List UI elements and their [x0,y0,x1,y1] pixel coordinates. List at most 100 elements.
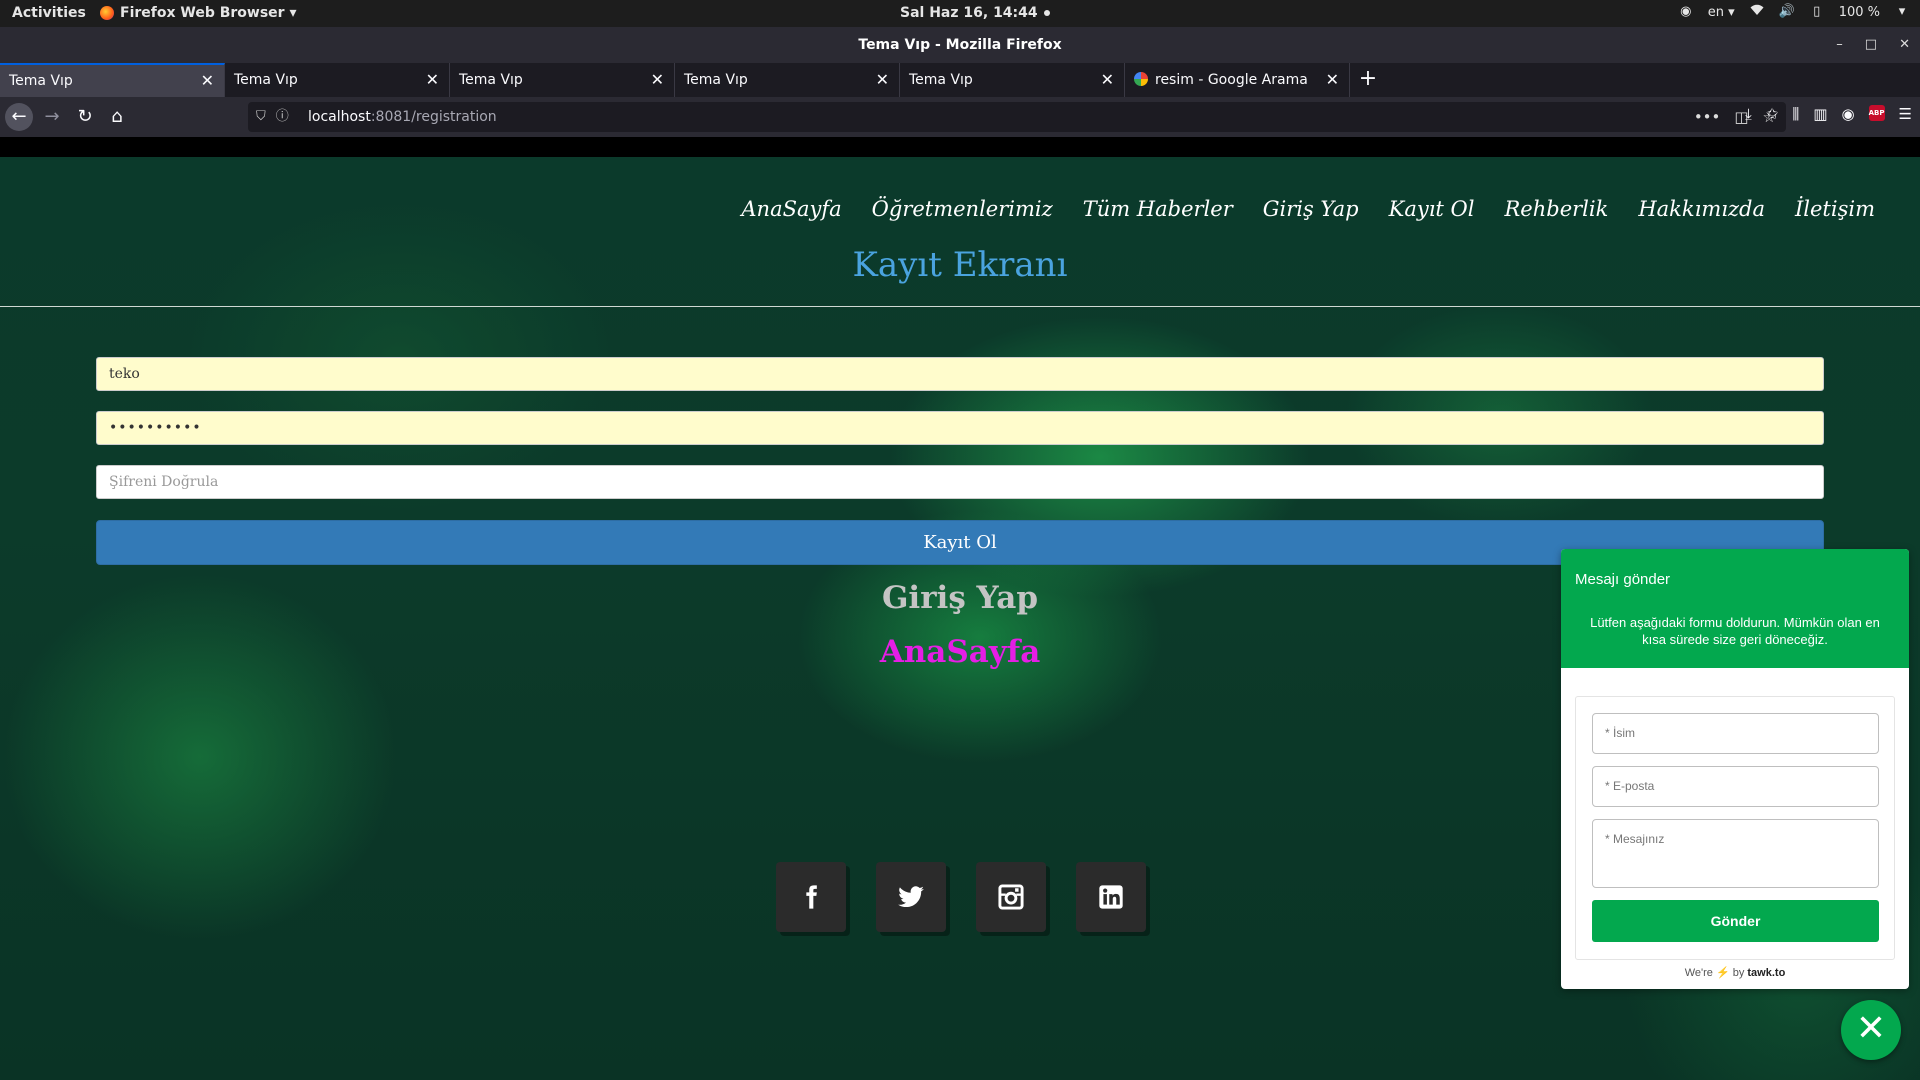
minimize-icon[interactable]: – [1836,27,1843,63]
nav-hakkimizda[interactable]: Hakkımızda [1638,197,1765,221]
chevron-down-icon[interactable]: ▾ [1894,4,1910,20]
nav-iletisim[interactable]: İletişim [1795,197,1875,221]
tab-strip: Tema Vıp ✕ Tema Vıp ✕ Tema Vıp ✕ Tema Vı… [0,63,1920,97]
reload-button[interactable]: ↻ [71,103,99,131]
volume-icon[interactable]: 🔊 [1779,4,1795,20]
system-top-bar: Activities Firefox Web Browser ▾ Sal Haz… [0,0,1920,27]
lightning-icon: ⚡ [1715,967,1730,979]
sidebar-icon[interactable]: ▥ [1813,105,1827,123]
download-icon[interactable]: ⤓ [1745,105,1752,123]
menu-icon[interactable]: ☰ [1899,105,1912,123]
app-menu[interactable]: Firefox Web Browser ▾ [100,5,296,21]
tab-label: Tema Vıp [234,72,298,88]
twitter-button[interactable] [876,862,946,932]
chat-close-button[interactable]: ✕ [1841,1000,1901,1060]
url-path: :8081/registration [370,109,497,125]
facebook-icon [806,885,817,909]
forward-button[interactable]: → [38,103,66,131]
nav-kayit-ol[interactable]: Kayıt Ol [1389,197,1475,221]
activities-button[interactable]: Activities [12,5,86,21]
tab-1[interactable]: Tema Vıp ✕ [0,63,225,97]
chat-message-input[interactable]: * Mesajınız [1592,819,1879,888]
firefox-icon [100,6,114,20]
library-icon[interactable]: ⫼ [1792,105,1799,123]
linkedin-button[interactable] [1076,862,1146,932]
tab-label: Tema Vıp [459,72,523,88]
chat-name-input[interactable]: * İsim [1592,713,1879,754]
bookmarks-icon[interactable]: ✩ [1766,105,1779,123]
chat-send-button[interactable]: Gönder [1592,900,1879,942]
tab-close-icon[interactable]: ✕ [201,65,214,97]
notification-dot-icon [1043,10,1050,16]
google-icon [1134,72,1148,86]
instagram-icon [998,884,1024,910]
chat-form: * İsim * E-posta * Mesajınız Gönder [1575,696,1895,960]
username-input[interactable]: teko [96,357,1824,391]
tab-close-icon[interactable]: ✕ [876,63,889,97]
page-actions-icon[interactable]: ••• [1694,102,1721,132]
clock[interactable]: Sal Haz 16, 14:44 [900,5,1050,21]
tab-6[interactable]: resim - Google Arama ✕ [1125,63,1350,97]
wifi-icon[interactable] [1749,4,1765,20]
new-tab-button[interactable]: + [1350,63,1386,97]
window-titlebar: Tema Vıp - Mozilla Firefox – □ ✕ [0,27,1920,63]
tab-3[interactable]: Tema Vıp ✕ [450,63,675,97]
accessibility-icon[interactable]: ◉ [1678,4,1694,20]
nav-anasayfa[interactable]: AnaSayfa [741,197,841,221]
twitter-icon [898,886,924,908]
window-controls: – □ ✕ [1836,27,1910,63]
battery-percent: 100 % [1838,4,1880,20]
battery-icon[interactable]: ▯ [1809,4,1825,20]
tab-4[interactable]: Tema Vıp ✕ [675,63,900,97]
tawk-brand: tawk.to [1747,967,1786,979]
password-input[interactable]: •••••••••• [96,411,1824,445]
linkedin-icon [1099,885,1123,909]
close-icon: ✕ [1855,1008,1887,1049]
url-bar[interactable]: ⛉ ⓘ localhost:8081/registration ••• ◫ ☆ [248,102,1786,132]
url-site-icons: ⛉ ⓘ [256,102,289,132]
url-host: localhost [308,109,371,125]
shield-icon[interactable]: ⛉ [256,102,266,132]
account-icon[interactable]: ◉ [1841,105,1854,123]
back-button[interactable]: ← [5,103,33,131]
facebook-button[interactable] [776,862,846,932]
chat-footer[interactable]: We're ⚡ by tawk.to [1561,966,1909,979]
tab-label: Tema Vıp [684,72,748,88]
maximize-icon[interactable]: □ [1865,27,1877,63]
chat-widget: Mesajı gönder Lütfen aşağıdaki formu dol… [1561,549,1909,989]
tab-5[interactable]: Tema Vıp ✕ [900,63,1125,97]
system-tray[interactable]: ◉ en ▾ 🔊 ▯ 100 % ▾ [1678,4,1910,20]
nav-tum-haberler[interactable]: Tüm Haberler [1083,197,1233,221]
page-title: Kayıt Ekranı [852,245,1068,285]
window-title: Tema Vıp - Mozilla Firefox [858,37,1062,53]
chat-email-input[interactable]: * E-posta [1592,766,1879,807]
tab-label: Tema Vıp [9,73,73,89]
toolbar-icons: ⤓ ✩ ⫼ ▥ ◉ ABP ☰ [1745,105,1912,123]
home-button[interactable]: ⌂ [103,103,131,131]
chat-footer-by: by [1732,967,1745,979]
tab-label: Tema Vıp [909,72,973,88]
info-icon[interactable]: ⓘ [276,102,289,132]
tab-2[interactable]: Tema Vıp ✕ [225,63,450,97]
tab-close-icon[interactable]: ✕ [1101,63,1114,97]
tab-close-icon[interactable]: ✕ [1326,63,1339,97]
tab-close-icon[interactable]: ✕ [651,63,664,97]
language-indicator[interactable]: en ▾ [1708,5,1735,20]
nav-ogretmenlerimiz[interactable]: Öğretmenlerimiz [872,197,1053,221]
app-menu-label: Firefox Web Browser ▾ [120,5,297,21]
nav-rehberlik[interactable]: Rehberlik [1504,197,1608,221]
site-nav: AnaSayfa Öğretmenlerimiz Tüm Haberler Gi… [741,197,1875,221]
chat-header: Mesajı gönder Lütfen aşağıdaki formu dol… [1561,549,1909,668]
nav-giris-yap[interactable]: Giriş Yap [1263,197,1359,221]
chat-footer-pre: We're [1684,967,1713,979]
clock-label: Sal Haz 16, 14:44 [900,5,1038,21]
chat-title: Mesajı gönder [1575,571,1671,588]
close-icon[interactable]: ✕ [1899,27,1910,63]
tab-label: resim - Google Arama [1155,72,1308,88]
chat-description: Lütfen aşağıdaki formu doldurun. Mümkün … [1590,615,1880,647]
adblock-icon[interactable]: ABP [1868,105,1885,121]
confirm-password-input[interactable]: Şifreni Doğrula [96,465,1824,499]
navigation-toolbar: ← → ↻ ⌂ ⛉ ⓘ localhost:8081/registration … [0,97,1920,137]
instagram-button[interactable] [976,862,1046,932]
tab-close-icon[interactable]: ✕ [426,63,439,97]
